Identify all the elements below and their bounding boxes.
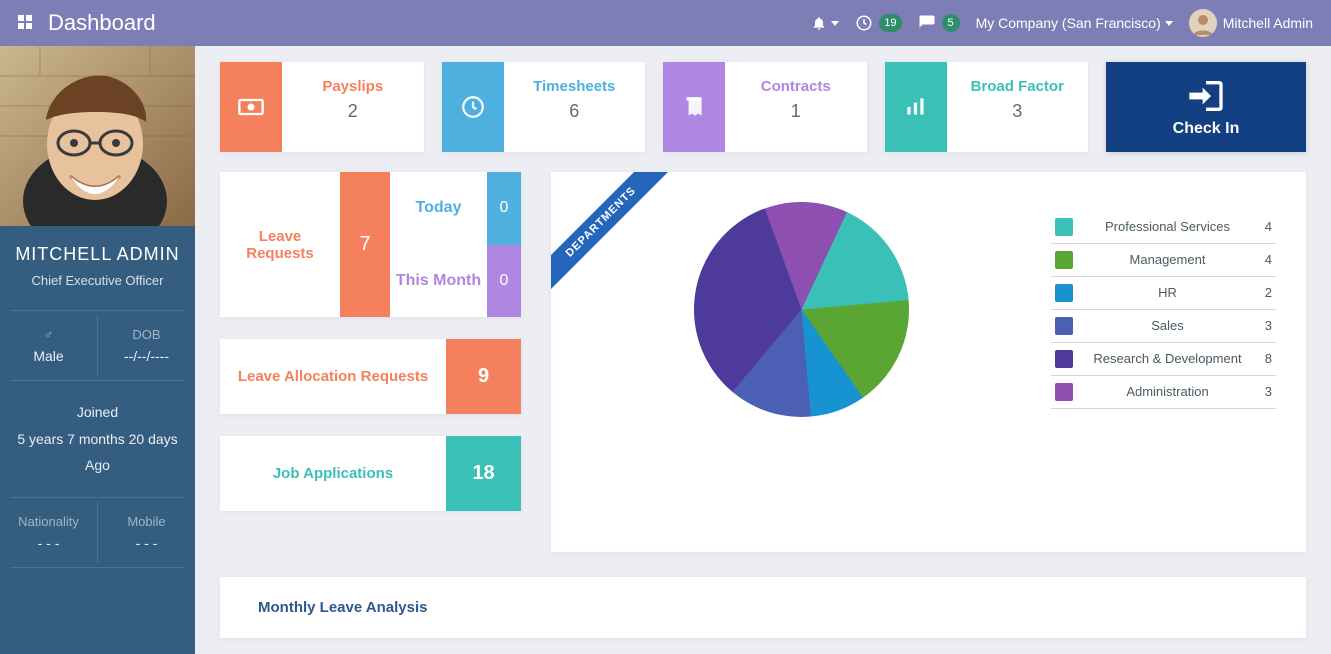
legend-row: Administration3 xyxy=(1051,376,1276,409)
chevron-down-icon xyxy=(1165,21,1173,26)
profile-role: Chief Executive Officer xyxy=(0,273,195,288)
legend-row: Professional Services4 xyxy=(1051,211,1276,244)
gender-icon: ♂ xyxy=(4,327,93,342)
activity-badge: 19 xyxy=(879,14,901,32)
departments-legend: Professional Services4Management4HR2Sale… xyxy=(1051,211,1276,409)
bell-icon[interactable] xyxy=(811,15,839,31)
legend-row: Sales3 xyxy=(1051,310,1276,343)
departments-card: DEPARTMENTS Professional Services4Manage… xyxy=(551,172,1306,552)
profile-dob: DOB --/--/---- xyxy=(98,315,195,376)
activity-icon[interactable]: 19 xyxy=(855,14,901,32)
company-name: My Company (San Francisco) xyxy=(976,15,1161,31)
monthly-leave-analysis-card: Monthly Leave Analysis xyxy=(220,577,1306,638)
legend-row: Management4 xyxy=(1051,244,1276,277)
clock-icon xyxy=(442,62,504,152)
main: Payslips 2 Timesheets 6 Contracts xyxy=(195,46,1331,654)
messages-badge: 5 xyxy=(942,14,960,32)
money-icon xyxy=(220,62,282,152)
signin-icon xyxy=(1186,76,1226,116)
profile-photo xyxy=(0,46,195,226)
metric-broad-factor[interactable]: Broad Factor 3 xyxy=(885,62,1089,152)
metric-timesheets[interactable]: Timesheets 6 xyxy=(442,62,646,152)
messages-icon[interactable]: 5 xyxy=(918,14,960,32)
leave-total: 7 xyxy=(340,172,390,317)
user-name: Mitchell Admin xyxy=(1223,15,1313,31)
leave-allocation-card[interactable]: Leave Allocation Requests 9 xyxy=(220,339,521,414)
top-bar: Dashboard 19 5 My Company (San Francisco… xyxy=(0,0,1331,46)
company-switcher[interactable]: My Company (San Francisco) xyxy=(976,15,1173,31)
metric-payslips[interactable]: Payslips 2 xyxy=(220,62,424,152)
leave-requests-card[interactable]: Leave Requests 7 Today 0 This Month 0 xyxy=(220,172,521,317)
legend-row: HR2 xyxy=(1051,277,1276,310)
avatar xyxy=(1189,9,1217,37)
user-menu[interactable]: Mitchell Admin xyxy=(1189,9,1313,37)
profile-joined: Joined 5 years 7 months 20 days Ago xyxy=(0,385,195,493)
legend-row: Research & Development8 xyxy=(1051,343,1276,376)
profile-nationality: Nationality - - - xyxy=(0,502,98,563)
apps-icon[interactable] xyxy=(10,7,42,39)
metric-contracts[interactable]: Contracts 1 xyxy=(663,62,867,152)
chart-icon xyxy=(885,62,947,152)
departments-pie-chart xyxy=(694,202,909,417)
analysis-title: Monthly Leave Analysis xyxy=(258,599,1268,616)
page-title: Dashboard xyxy=(48,10,156,36)
check-in-button[interactable]: Check In xyxy=(1106,62,1306,152)
profile-gender: ♂ Male xyxy=(0,315,98,376)
sidebar: MITCHELL ADMIN Chief Executive Officer ♂… xyxy=(0,46,195,654)
profile-mobile: Mobile - - - xyxy=(98,502,195,563)
job-applications-card[interactable]: Job Applications 18 xyxy=(220,436,521,511)
profile-name: MITCHELL ADMIN xyxy=(0,244,195,265)
book-icon xyxy=(663,62,725,152)
departments-ribbon: DEPARTMENTS xyxy=(551,172,691,312)
chevron-down-icon xyxy=(831,21,839,26)
